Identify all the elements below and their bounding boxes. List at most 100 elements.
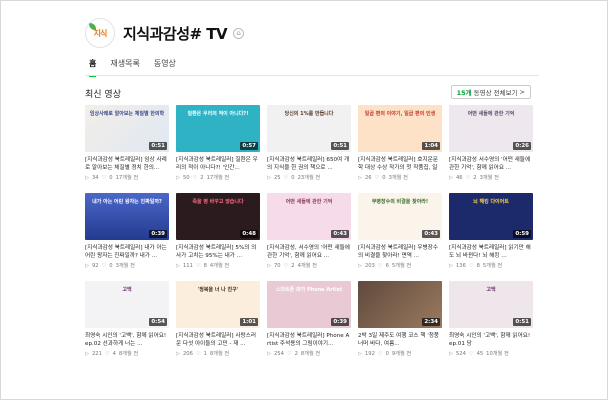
video-title[interactable]: 최영숙 시인의 '고백', 함께 읽어요! ep.02 선과하게 너는 ... <box>85 332 169 348</box>
video-title[interactable]: [지식과감성 북트레일러] 5%의 의사가 고치는 95%는 내가 ... <box>176 244 260 260</box>
video-meta: ▷ 111 ♡ 8 4개월 전 <box>176 262 260 270</box>
video-card[interactable]: 죽을 병 바꾸고 않습니다 0:48 [지식과감성 북트레일러] 5%의 의사가… <box>176 193 260 269</box>
video-title[interactable]: [지식과감성 북트레일러] 사랑스러운 다섯 아이들의 고민 - 재 ... <box>176 332 260 348</box>
like-count: 0 <box>109 174 113 181</box>
view-count: 221 <box>92 350 102 357</box>
channel-logo[interactable]: 지식 <box>85 18 115 48</box>
video-card[interactable]: 무병장수의 비결을 찾아라! 0:43 [지식과감성 북트레일러] 우병장수의 … <box>358 193 442 269</box>
view-count: 111 <box>183 262 193 269</box>
tabs-divider <box>85 75 539 76</box>
view-all-videos-button[interactable]: 15개 동영상 전체보기 > <box>450 85 531 99</box>
video-card[interactable]: 고백 0:51 최영숙 시인의 '고백', 함께 읽어요! ep.01 당 ▷ … <box>449 281 533 357</box>
video-title[interactable]: [지식과감성 북트레일러] 우병장수의 비결을 찾아라! 면역 ... <box>358 244 442 260</box>
video-meta: ▷ 203 ♡ 6 5개월 전 <box>358 262 442 270</box>
video-title[interactable]: [지식과감성 북트레일러] 읽기만 해도 뇌 바뀐다! 뇌 해킹 ... <box>449 244 533 260</box>
heart-icon: ♡ <box>283 262 289 269</box>
video-card[interactable]: 임상사례로 알아보는 체질별 한의학 0:51 [지식과감성 북트레일러] 임상… <box>85 105 169 181</box>
video-thumbnail[interactable]: 당신의 1%를 만듭니다 0:51 <box>267 105 351 152</box>
video-count: 15개 <box>456 89 472 97</box>
view-count: 192 <box>365 350 375 357</box>
like-count: 2 <box>200 174 204 181</box>
video-duration: 1:04 <box>422 142 440 150</box>
play-icon: ▷ <box>358 262 362 269</box>
view-count: 203 <box>365 262 375 269</box>
video-duration: 0:48 <box>240 230 258 238</box>
video-card[interactable]: 어떤 새들에 관한 기억 0:26 [지식과감성 서수영의 '어떤 새들에 관한… <box>449 105 533 181</box>
like-count: 8 <box>203 262 207 269</box>
video-card[interactable]: 뇌 해킹 다이어트 0:59 [지식과감성 북트레일러] 읽기만 해도 뇌 바뀐… <box>449 193 533 269</box>
like-count: 0 <box>382 174 386 181</box>
video-card[interactable]: 스마트폰 화가 Phone Artist 0:39 [지식과감성 북트레일러] … <box>267 281 351 357</box>
view-count: 136 <box>456 262 466 269</box>
video-thumbnail[interactable]: 일곱 편의 이야기, 일곱 편의 인생 1:04 <box>358 105 442 152</box>
video-meta: ▷ 70 ♡ 2 4개월 전 <box>267 262 351 270</box>
video-meta: ▷ 206 ♡ 1 8개월 전 <box>176 350 260 358</box>
video-thumbnail[interactable]: 뇌 해킹 다이어트 0:59 <box>449 193 533 240</box>
video-card[interactable]: 내가 아는 어린 왕자는 진짜일까? 0:39 [지식과감성 북트레일러] 내가… <box>85 193 169 269</box>
upload-age: 4개월 전 <box>209 263 230 269</box>
video-title[interactable]: [지식과감성 북트레일러] 650여 개의 지식을 한 권의 책으로 ... <box>267 156 351 172</box>
upload-age: 23개월 전 <box>297 175 321 181</box>
video-title[interactable]: 최영숙 시인의 '고백', 함께 읽어요! ep.01 당 <box>449 332 533 348</box>
video-thumbnail[interactable]: '정복을 너 나 친구' 1:01 <box>176 281 260 328</box>
upload-age: 8개월 전 <box>209 351 230 357</box>
home-icon[interactable]: ⌂ <box>233 27 245 39</box>
video-thumbnail[interactable]: 죽을 병 바꾸고 않습니다 0:48 <box>176 193 260 240</box>
thumbnail-text: 뇌 해킹 다이어트 <box>473 199 509 205</box>
video-thumbnail[interactable]: 고백 0:51 <box>449 281 533 328</box>
video-thumbnail[interactable]: 임상사례로 알아보는 체질별 한의학 0:51 <box>85 105 169 152</box>
video-card[interactable]: 고백 0:54 최영숙 시인의 '고백', 함께 읽어요! ep.02 선과하게… <box>85 281 169 357</box>
video-duration: 0:51 <box>331 142 349 150</box>
upload-age: 9개월 전 <box>391 351 412 357</box>
upload-age: 3개월 전 <box>479 175 499 181</box>
video-title[interactable]: [지식과감성 서수영의 '어떤 새들에 관한 기억', 함께 읽어요 ... <box>449 156 533 172</box>
video-duration: 0:51 <box>513 318 531 326</box>
thumbnail-text: 내가 아는 어린 왕자는 진짜일까? <box>92 199 162 205</box>
view-count: 254 <box>274 350 284 357</box>
video-thumbnail[interactable]: 어떤 새들에 관한 기억 0:43 <box>267 193 351 240</box>
video-card[interactable]: 2:34 2박 3일 제주도 여행 코스 책 '청풍 너머 바다, 여름... … <box>358 281 442 357</box>
upload-age: 17개월 전 <box>115 175 139 181</box>
video-title[interactable]: [지식과감성 북트레일러] 임상 사례로 알아보는 체질별 정치 한의... <box>85 156 169 172</box>
heart-icon: ♡ <box>374 174 380 181</box>
heart-icon: ♡ <box>101 262 107 269</box>
video-meta: ▷ 524 ♡ 45 10개월 전 <box>449 350 533 358</box>
video-duration: 0:59 <box>513 230 531 238</box>
channel-title[interactable]: 지식과감성# TV <box>123 23 228 44</box>
like-count: 6 <box>385 262 389 269</box>
video-thumbnail[interactable]: 내가 아는 어린 왕자는 진짜일까? 0:39 <box>85 193 169 240</box>
thumbnail-text: 어떤 새들에 관한 기억 <box>467 111 515 117</box>
like-count: 4 <box>112 350 116 357</box>
video-card[interactable]: 일곱 편의 이야기, 일곱 편의 인생 1:04 [지식과감성 북트레일러] 호… <box>358 105 442 181</box>
video-thumbnail[interactable]: 스마트폰 화가 Phone Artist 0:39 <box>267 281 351 328</box>
video-thumbnail[interactable]: 2:34 <box>358 281 442 328</box>
video-thumbnail[interactable]: 고백 0:54 <box>85 281 169 328</box>
video-card[interactable]: 당신의 1%를 만듭니다 0:51 [지식과감성 북트레일러] 650여 개의 … <box>267 105 351 181</box>
video-title[interactable]: [지식과감성 북트레일러] Phone Artist 주석용의 그림이야기... <box>267 332 351 348</box>
heart-icon: ♡ <box>377 262 383 269</box>
video-meta: ▷ 136 ♡ 8 5개월 전 <box>449 262 533 270</box>
play-icon: ▷ <box>267 350 271 357</box>
video-duration: 0:43 <box>331 230 349 238</box>
upload-age: 5개월 전 <box>482 263 503 269</box>
video-title[interactable]: 2박 3일 제주도 여행 코스 책 '청풍 너머 바다, 여름... <box>358 332 442 348</box>
video-meta: ▷ 92 ♡ 0 3개월 전 <box>85 262 169 270</box>
like-count: 1 <box>203 350 207 357</box>
upload-age: 10개월 전 <box>486 351 509 357</box>
video-title[interactable]: [지식과감성, 서수영의 '어떤 새들에 관한 기억', 함께 읽어요 ... <box>267 244 351 260</box>
view-count: 206 <box>183 350 193 357</box>
video-meta: ▷ 50 ♡ 2 17개월 전 <box>176 174 260 182</box>
video-thumbnail[interactable]: 질환은 우리의 적이 아니다?! 0:57 <box>176 105 260 152</box>
video-grid: 임상사례로 알아보는 체질별 한의학 0:51 [지식과감성 북트레일러] 임상… <box>85 105 541 357</box>
video-duration: 1:01 <box>240 318 258 326</box>
video-duration: 0:26 <box>513 142 531 150</box>
video-card[interactable]: 어떤 새들에 관한 기억 0:43 [지식과감성, 서수영의 '어떤 새들에 관… <box>267 193 351 269</box>
video-thumbnail[interactable]: 무병장수의 비결을 찾아라! 0:43 <box>358 193 442 240</box>
video-card[interactable]: 질환은 우리의 적이 아니다?! 0:57 [지식과감성 북트레일러] 질환은 … <box>176 105 260 181</box>
video-title[interactable]: [지식과감성 북트레일러] 내가 아는 어린 왕자는 진짜일까? 내가 ... <box>85 244 169 260</box>
video-title[interactable]: [지식과감성 북트레일러] 호지운문학 대상 수상 작가의 첫 작품집, 일곱 … <box>358 156 442 172</box>
video-title[interactable]: [지식과감성 북트레일러] 질환은 우리의 적이 아니다?! '인간... <box>176 156 260 172</box>
play-icon: ▷ <box>449 262 453 269</box>
video-card[interactable]: '정복을 너 나 친구' 1:01 [지식과감성 북트레일러] 사랑스러운 다섯… <box>176 281 260 357</box>
video-thumbnail[interactable]: 어떤 새들에 관한 기억 0:26 <box>449 105 533 152</box>
